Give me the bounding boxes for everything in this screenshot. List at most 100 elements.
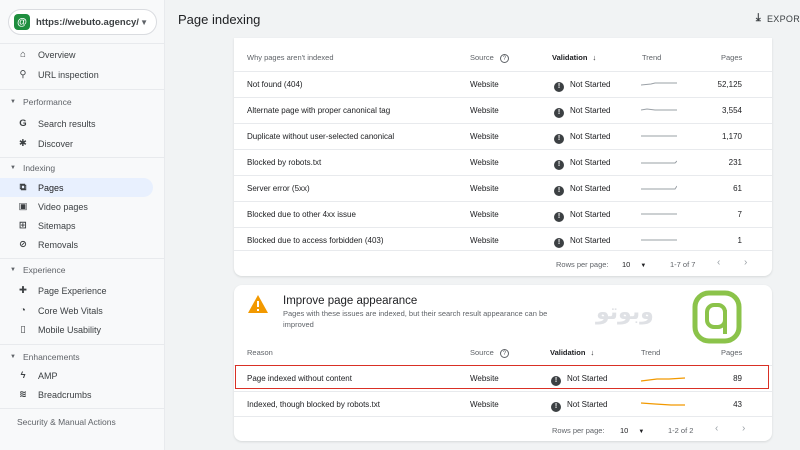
nav-label: Page Experience — [38, 285, 107, 296]
section-label: Performance — [22, 97, 72, 107]
divider — [0, 258, 165, 259]
header-source[interactable]: Source ? — [470, 53, 509, 63]
rows-per-page-label: Rows per page: — [552, 426, 605, 435]
card-title: Improve page appearance — [283, 295, 418, 307]
row-source: Website — [470, 80, 499, 89]
table-row[interactable]: Blocked by robots.txt Website ! Not Start… — [234, 149, 772, 175]
nav-page-experience[interactable]: ✚ Page Experience — [0, 281, 153, 300]
exclamation-icon: ! — [554, 185, 564, 196]
header-validation[interactable]: Validation ↓ — [552, 53, 596, 62]
row-source: Website — [470, 400, 499, 409]
pagination-range: 1-2 of 2 — [668, 426, 694, 435]
nav-label: Breadcrumbs — [38, 389, 92, 400]
exclamation-icon: ! — [554, 159, 564, 170]
nav-label: Core Web Vitals — [38, 305, 103, 316]
section-enhancements[interactable]: ▼ Enhancements — [10, 352, 80, 362]
asterisk-icon: ✱ — [19, 138, 27, 149]
sort-arrow-icon: ↓ — [592, 53, 597, 62]
pages-icon: ⧉ — [19, 182, 27, 193]
row-source: Website — [470, 132, 499, 141]
nav-core-web-vitals[interactable]: ◔ Core Web Vitals — [0, 301, 153, 320]
header-pages: Pages — [721, 348, 743, 357]
prev-page-icon[interactable]: ‹ — [715, 423, 718, 434]
top-bar: Page indexing ⤓ EXPOR — [165, 0, 800, 38]
nav-pages[interactable]: ⧉ Pages — [0, 178, 153, 197]
section-indexing[interactable]: ▼ Indexing — [10, 163, 55, 173]
rows-per-page-select[interactable]: 10 ▼ — [622, 260, 646, 269]
header-source-label: Source — [470, 348, 494, 357]
collapse-triangle-icon: ▼ — [10, 99, 16, 105]
row-validation: ! Not Started — [554, 210, 610, 222]
row-pages: 52,125 — [717, 80, 742, 89]
row-reason: Blocked due to access forbidden (403) — [247, 236, 384, 245]
watermark-text: وبوتو — [596, 300, 654, 325]
row-reason: Indexed, though blocked by robots.txt — [247, 400, 380, 409]
exclamation-icon: ! — [554, 133, 564, 144]
breadcrumbs-icon: ≋ — [19, 389, 27, 400]
nav-mobile-usability[interactable]: ▯ Mobile Usability — [0, 320, 153, 339]
row-pages: 43 — [733, 400, 742, 409]
row-reason: Duplicate without user-selected canonica… — [247, 132, 395, 141]
nav-label: Video pages — [38, 201, 88, 212]
header-source-label: Source — [470, 53, 494, 62]
table-row[interactable]: Duplicate without user-selected canonica… — [234, 123, 772, 149]
nav-amp[interactable]: ϟ AMP — [0, 366, 153, 385]
export-button[interactable]: ⤓ EXPOR — [756, 12, 800, 25]
sitemap-icon: ⊞ — [19, 220, 27, 231]
row-validation: ! Not Started — [551, 400, 607, 412]
watermark-logo: وبوتو — [596, 290, 746, 346]
header-trend: Trend — [641, 348, 661, 357]
section-performance[interactable]: ▼ Performance — [10, 97, 72, 107]
nav-removals[interactable]: ⊘ Removals — [0, 235, 153, 254]
nav-breadcrumbs[interactable]: ≋ Breadcrumbs — [0, 385, 153, 404]
rows-per-page-value: 10 — [622, 260, 631, 269]
removals-icon: ⊘ — [19, 239, 27, 250]
nav-label: Sitemaps — [38, 220, 76, 231]
nav-overview[interactable]: ⌂ Overview — [0, 45, 153, 64]
phone-icon: ▯ — [20, 324, 26, 335]
help-icon[interactable]: ? — [499, 349, 509, 358]
row-pages: 61 — [733, 184, 742, 193]
help-icon[interactable]: ? — [499, 54, 509, 63]
header-pages: Pages — [721, 53, 743, 62]
nav-label: Removals — [38, 239, 79, 250]
next-page-icon[interactable]: › — [742, 423, 745, 434]
trend-sparkline — [641, 82, 677, 86]
row-validation: ! Not Started — [554, 132, 610, 144]
property-selector[interactable]: @ https://webuto.agency/ ▼ — [8, 9, 157, 35]
table-row[interactable]: Indexed, though blocked by robots.txt We… — [234, 391, 772, 417]
table-row[interactable]: Blocked due to other 4xx issue Website !… — [234, 201, 772, 227]
row-pages: 3,554 — [721, 106, 742, 115]
table-row[interactable]: Alternate page with proper canonical tag… — [234, 97, 772, 123]
section-label: Indexing — [22, 163, 56, 173]
nav-label: Overview — [38, 49, 76, 60]
prev-page-icon[interactable]: ‹ — [717, 257, 720, 268]
nav-label: Discover — [38, 138, 74, 149]
validation-status: Not Started — [567, 400, 608, 409]
chevron-down-icon: ▼ — [140, 17, 148, 27]
table-row[interactable]: Server error (5xx) Website ! Not Started … — [234, 175, 772, 201]
next-page-icon[interactable]: › — [744, 257, 747, 268]
divider — [0, 408, 165, 409]
section-label: Enhancements — [22, 352, 80, 362]
nav-discover[interactable]: ✱ Discover — [0, 134, 153, 153]
section-security[interactable]: Security & Manual Actions — [17, 417, 116, 427]
table-pagination: Rows per page: 10 ▼ 1-2 of 2 ‹ › — [234, 416, 772, 442]
nav-label: Search results — [38, 118, 96, 129]
table-row[interactable]: Not found (404) Website ! Not Started 52,… — [234, 71, 772, 97]
nav-search-results[interactable]: G Search results — [0, 114, 153, 133]
rows-per-page-select[interactable]: 10 ▼ — [620, 426, 644, 435]
page-title: Page indexing — [178, 11, 261, 27]
card-description: Pages with these issues are indexed, but… — [283, 309, 548, 329]
exclamation-icon: ! — [554, 81, 564, 92]
header-source[interactable]: Source ? — [470, 348, 509, 358]
header-validation[interactable]: Validation ↓ — [550, 348, 594, 357]
section-experience[interactable]: ▼ Experience — [10, 265, 65, 275]
nav-video-pages[interactable]: ▣ Video pages — [0, 197, 153, 216]
header-trend: Trend — [642, 53, 662, 62]
google-g-icon: G — [19, 118, 27, 129]
validation-status: Not Started — [570, 236, 611, 245]
trend-sparkline — [641, 213, 677, 215]
nav-url-inspection[interactable]: ⚲ URL inspection — [0, 65, 153, 84]
nav-sitemaps[interactable]: ⊞ Sitemaps — [0, 216, 153, 235]
